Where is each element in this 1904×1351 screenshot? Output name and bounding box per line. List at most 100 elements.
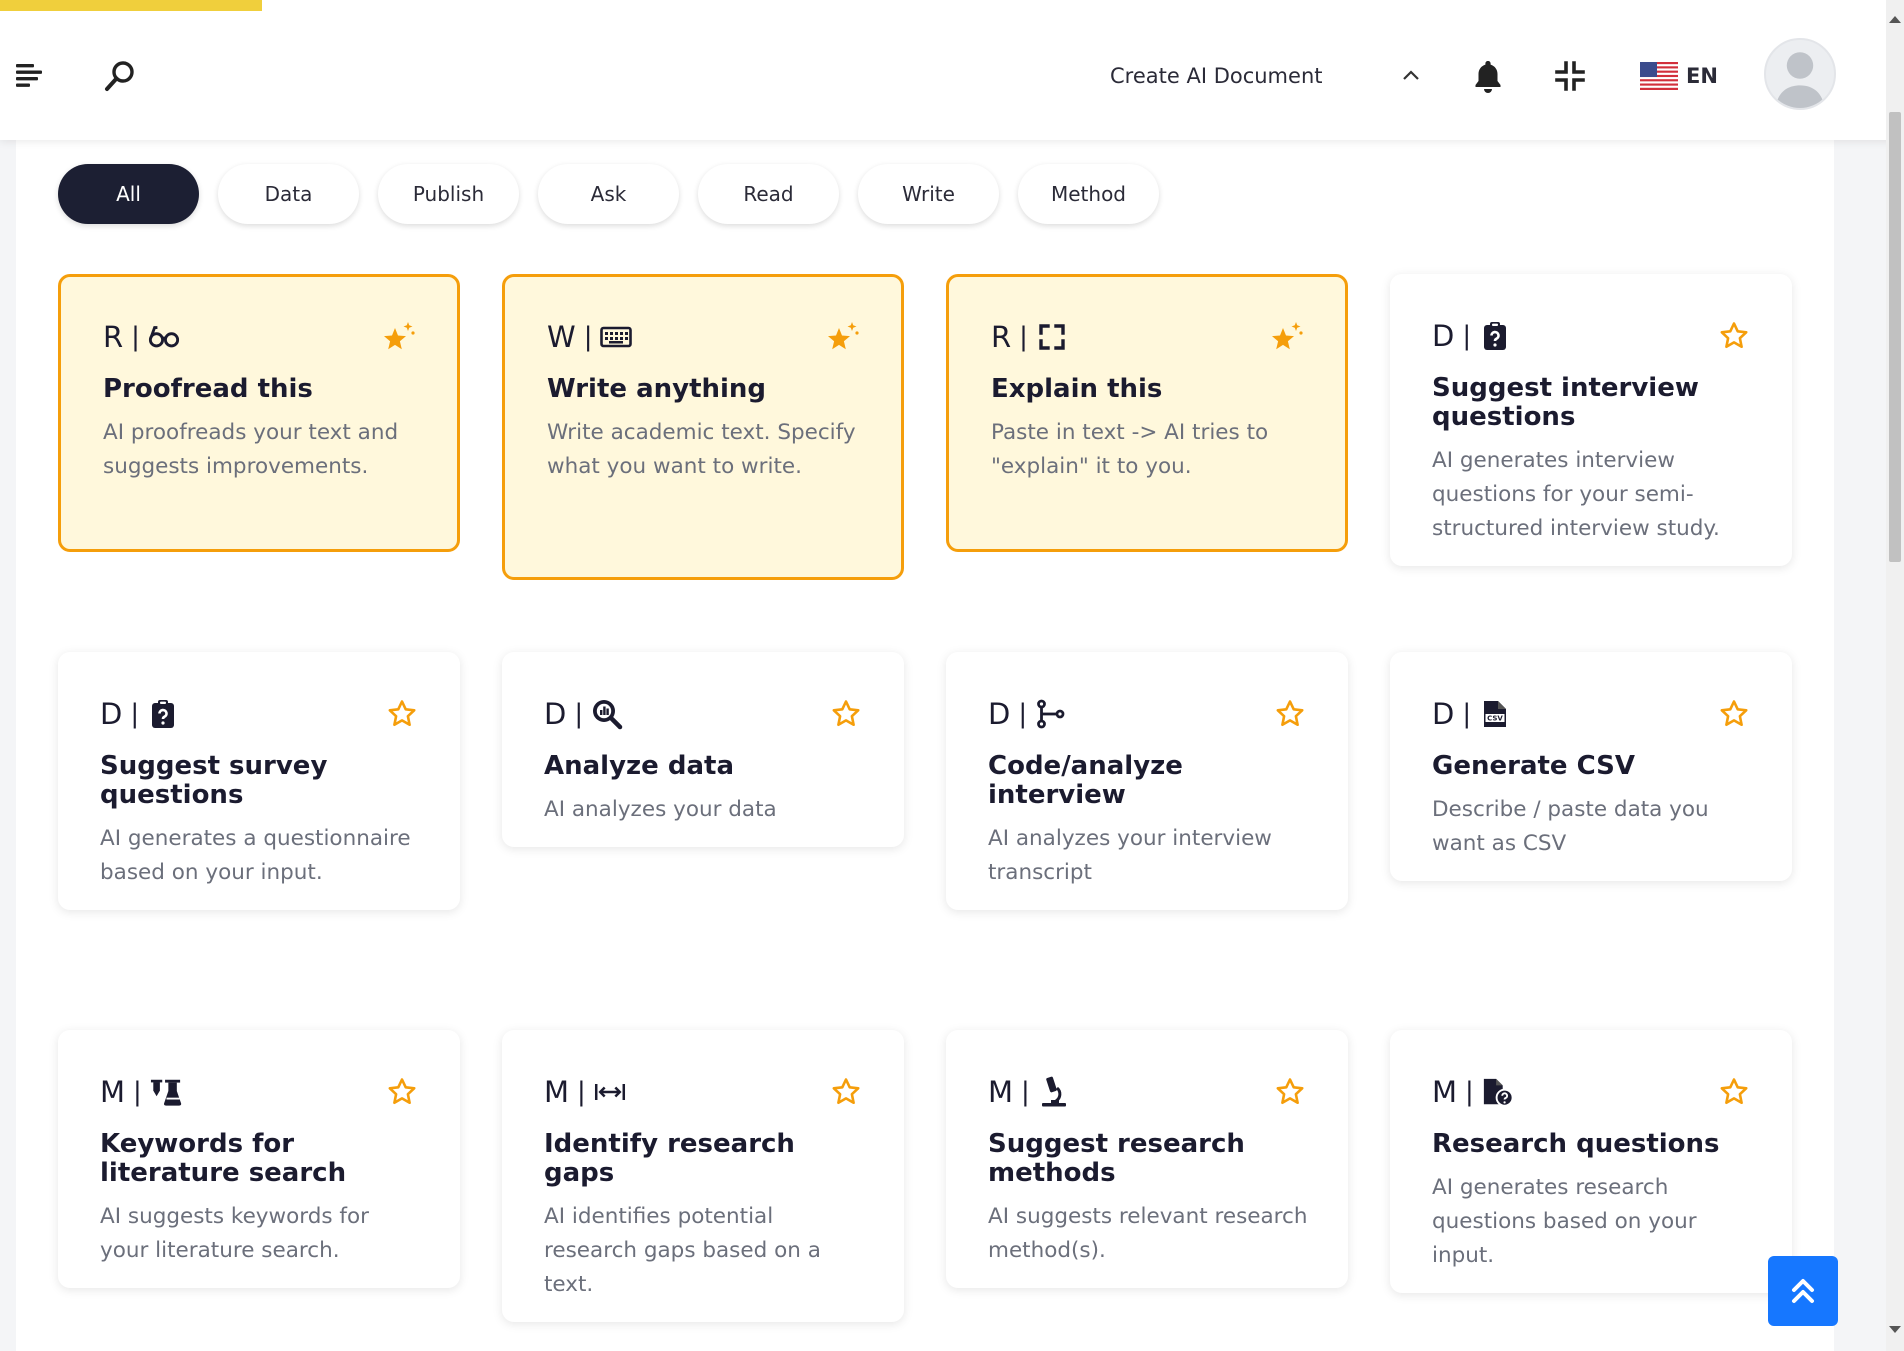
card-category-letter: D xyxy=(1432,697,1455,731)
filter-chip-ask[interactable]: Ask xyxy=(538,164,679,224)
tool-card-research-questions[interactable]: M | Research questions AI generates researc… xyxy=(1390,1030,1792,1293)
sparkle-star-icon[interactable] xyxy=(1269,319,1305,355)
favorite-star-icon[interactable] xyxy=(384,696,420,732)
card-code: D | xyxy=(1432,319,1511,353)
separator: | xyxy=(1465,1077,1474,1107)
card-title: Code/analyze interview xyxy=(988,751,1183,810)
card-category-letter: R xyxy=(103,320,124,354)
card-header: M | xyxy=(100,1072,420,1112)
tool-card-suggest-interview-questions[interactable]: D | Suggest interview questions AI generate… xyxy=(1390,274,1792,566)
favorite-star-icon[interactable] xyxy=(828,696,864,732)
favorite-star-icon[interactable] xyxy=(1272,696,1308,732)
filter-chip-publish[interactable]: Publish xyxy=(378,164,519,224)
favorite-star-icon[interactable] xyxy=(384,1074,420,1110)
sparkle-star-icon[interactable] xyxy=(825,319,861,355)
svg-text:CSV: CSV xyxy=(1487,715,1503,723)
create-ai-document-dropdown[interactable]: Create AI Document xyxy=(1110,58,1322,94)
card-description: AI generates research questions based on… xyxy=(1432,1175,1697,1268)
card-title: Analyze data xyxy=(544,751,734,781)
bell-icon[interactable] xyxy=(1470,56,1506,96)
card-code: D | CSV xyxy=(1432,697,1511,731)
card-description: AI identifies potential research gaps ba… xyxy=(544,1204,821,1297)
compress-icon[interactable] xyxy=(1550,56,1590,96)
avatar[interactable] xyxy=(1764,38,1836,110)
category-filter-bar: All Data Publish Ask Read Write Method xyxy=(58,164,1159,224)
card-category-letter: D xyxy=(544,697,567,731)
card-code: M | xyxy=(1432,1075,1514,1109)
card-title: Explain this xyxy=(991,374,1163,404)
card-header: W | xyxy=(547,317,861,357)
separator: | xyxy=(133,1077,142,1107)
card-description: AI proofreads your text and suggests imp… xyxy=(103,420,399,479)
card-category-letter: M xyxy=(988,1075,1014,1109)
tool-card-analyze-data[interactable]: D | Analyze data AI analyzes your data xyxy=(502,652,904,847)
separator: | xyxy=(1018,699,1028,729)
card-description: AI analyzes your interview transcript xyxy=(988,826,1272,885)
tool-card-generate-csv[interactable]: D | CSV Generate CSV Describe / paste data y… xyxy=(1390,652,1792,881)
card-category-letter: M xyxy=(544,1075,570,1109)
card-code: R | xyxy=(103,320,180,354)
clipboard-question-icon xyxy=(147,698,179,730)
tool-card-explain-this[interactable]: R | Explain this Paste in text -> AI tries … xyxy=(946,274,1348,552)
tool-card-write-anything[interactable]: W | Write anything Write academic text. Spe… xyxy=(502,274,904,580)
top-accent-bar xyxy=(0,0,262,11)
tool-card-keywords-for-literature-search[interactable]: M | Keywords for literature search AI sugge… xyxy=(58,1030,460,1288)
menu-icon[interactable] xyxy=(14,60,44,90)
file-question-icon xyxy=(1482,1076,1514,1108)
page-scrollbar[interactable] xyxy=(1886,0,1904,1351)
scrollbar-thumb[interactable] xyxy=(1889,112,1901,562)
filter-chip-method[interactable]: Method xyxy=(1018,164,1159,224)
card-title: Proofread this xyxy=(103,374,313,404)
separator: | xyxy=(583,322,593,352)
scroll-up-arrow-icon[interactable] xyxy=(1889,16,1901,23)
card-code: M | xyxy=(988,1075,1070,1109)
search-icon[interactable] xyxy=(102,58,138,94)
card-code: D | xyxy=(988,697,1067,731)
keyboard-icon xyxy=(600,321,633,353)
card-title: Identify research gaps xyxy=(544,1129,795,1188)
tool-card-identify-research-gaps[interactable]: M | Identify research gaps AI identifies po… xyxy=(502,1030,904,1322)
separator: | xyxy=(130,699,140,729)
card-title: Generate CSV xyxy=(1432,751,1636,781)
card-title: Suggest interview questions xyxy=(1432,373,1699,432)
card-description: Describe / paste data you want as CSV xyxy=(1432,797,1709,856)
card-description: Write academic text. Specify what you wa… xyxy=(547,420,856,479)
favorite-star-icon[interactable] xyxy=(1716,1074,1752,1110)
favorite-star-icon[interactable] xyxy=(1716,318,1752,354)
filter-chip-data[interactable]: Data xyxy=(218,164,359,224)
card-header: D | xyxy=(544,694,864,734)
tool-card-suggest-survey-questions[interactable]: D | Suggest survey questions AI generates a… xyxy=(58,652,460,910)
magnifier-chart-icon xyxy=(591,698,623,730)
separator: | xyxy=(1019,322,1028,352)
card-title: Write anything xyxy=(547,374,767,404)
scroll-down-arrow-icon[interactable] xyxy=(1889,1326,1901,1333)
language-code: EN xyxy=(1686,64,1718,88)
tool-card-code-analyze-interview[interactable]: D | Code/analyze interview AI analyzes your… xyxy=(946,652,1348,910)
card-header: D | xyxy=(1432,316,1752,356)
flask-icon xyxy=(150,1076,182,1108)
card-header: M | xyxy=(544,1072,864,1112)
csv-file-icon: CSV xyxy=(1479,698,1511,730)
card-description: AI analyzes your data xyxy=(544,797,777,822)
card-description: AI generates interview questions for you… xyxy=(1432,448,1720,541)
chevron-up-icon[interactable] xyxy=(1396,60,1426,90)
favorite-star-icon[interactable] xyxy=(828,1074,864,1110)
filter-chip-all[interactable]: All xyxy=(58,164,199,224)
card-title: Suggest survey questions xyxy=(100,751,328,810)
favorite-star-icon[interactable] xyxy=(1272,1074,1308,1110)
filter-chip-write[interactable]: Write xyxy=(858,164,999,224)
separator: | xyxy=(1021,1077,1030,1107)
double-chevron-up-icon xyxy=(1792,1279,1814,1303)
scroll-to-top-button[interactable] xyxy=(1768,1256,1838,1326)
filter-chip-read[interactable]: Read xyxy=(698,164,839,224)
card-category-letter: D xyxy=(100,697,123,731)
sparkle-star-icon[interactable] xyxy=(381,319,417,355)
clipboard-question-icon xyxy=(1479,320,1511,352)
card-description: AI suggests keywords for your literature… xyxy=(100,1204,369,1263)
card-category-letter: W xyxy=(547,320,576,354)
favorite-star-icon[interactable] xyxy=(1716,696,1752,732)
tool-card-suggest-research-methods[interactable]: M | Suggest research methods AI suggests re… xyxy=(946,1030,1348,1288)
tool-card-proofread-this[interactable]: R | Proofread this AI proofreads your text … xyxy=(58,274,460,552)
language-selector[interactable]: EN xyxy=(1640,56,1718,96)
separator: | xyxy=(1462,699,1472,729)
